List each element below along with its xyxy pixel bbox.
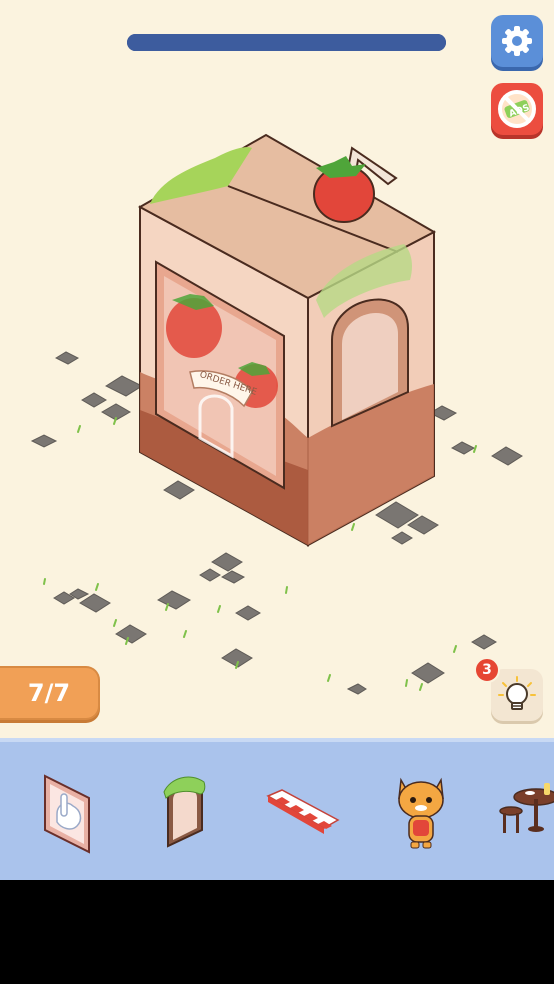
tray-item-glass-door[interactable] <box>17 762 117 862</box>
hint-button[interactable] <box>491 669 543 721</box>
settings-button[interactable] <box>491 15 543 67</box>
level-progress-bar <box>127 34 446 51</box>
gear-icon <box>502 26 532 56</box>
game-scene[interactable]: ORDER HERE 7/7 3 <box>0 0 554 738</box>
strawberry-carton-shop[interactable]: ORDER HERE <box>0 0 554 738</box>
arched-window-icon <box>163 776 206 848</box>
lightbulb-icon <box>498 676 536 710</box>
tray-item-arched-window[interactable] <box>135 762 235 862</box>
no-ads-button[interactable]: ADS <box>491 83 543 135</box>
level-progress-text: 7/7 <box>27 679 71 707</box>
tray-item-cafe-table-set[interactable] <box>490 762 554 862</box>
tray-item-cat-mascot[interactable] <box>371 762 471 862</box>
glass-door-icon <box>44 774 90 854</box>
cat-icon <box>398 777 444 849</box>
level-progress-fill <box>127 34 446 51</box>
item-tray[interactable] <box>0 738 554 880</box>
bottom-black-bar <box>0 880 554 984</box>
hint-count-badge: 3 <box>474 657 500 683</box>
hint-count-text: 3 <box>482 662 492 678</box>
level-progress-badge: 7/7 <box>0 666 100 720</box>
cafe-table-icon <box>499 783 554 833</box>
tray-item-striped-awning[interactable] <box>252 762 352 862</box>
no-ads-icon: ADS <box>498 90 536 128</box>
awning-icon <box>266 789 340 834</box>
